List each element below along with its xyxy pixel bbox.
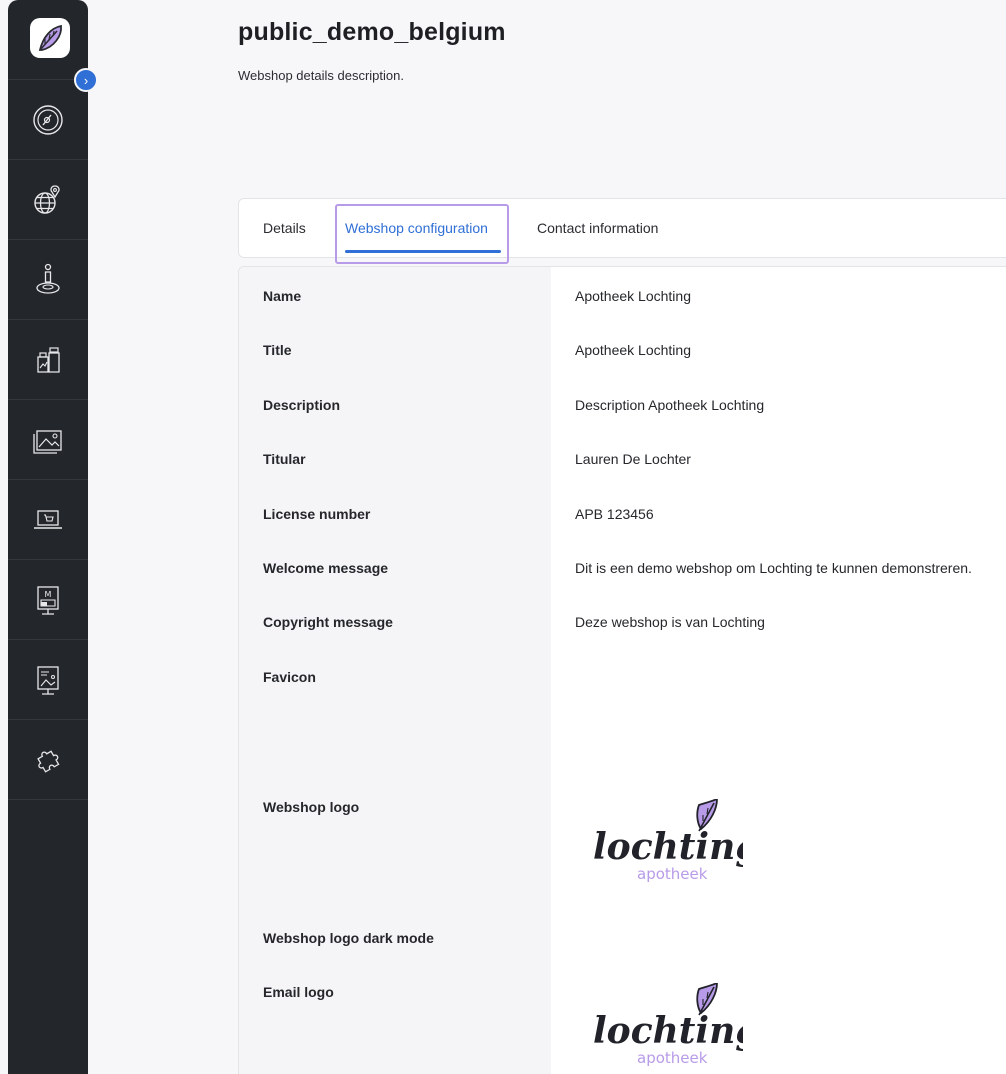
tab-webshop-configuration-label: Webshop configuration (345, 220, 488, 236)
sidebar-item-webshop[interactable] (8, 480, 88, 560)
sidebar-item-media-display[interactable]: M (8, 560, 88, 640)
sidebar-item-dashboard[interactable] (8, 80, 88, 160)
email-logo-subtext: apotheek (637, 1049, 708, 1067)
row-label-favicon: Favicon (263, 669, 316, 685)
dashboard-gauge-icon (33, 104, 63, 135)
app-logo[interactable] (30, 18, 70, 58)
tab-contact-information[interactable]: Contact information (537, 199, 658, 257)
webshop-laptop-icon (34, 509, 62, 529)
svg-text:M: M (45, 590, 52, 599)
row-label-name: Name (263, 288, 302, 304)
email-logo-image: lochting apotheek (593, 983, 743, 1067)
row-label-license-number: License number (263, 506, 371, 522)
row-label-copyright-message: Copyright message (263, 614, 393, 630)
sidebar-item-displays[interactable] (8, 640, 88, 720)
webshop-logo-image: lochting apotheek (593, 799, 743, 883)
row-label-webshop-logo: Webshop logo (263, 799, 360, 815)
active-tab-indicator (345, 250, 501, 253)
sidebar-item-plugins[interactable] (8, 720, 88, 800)
globe-location-icon (34, 184, 60, 214)
row-value-copyright-message: Deze webshop is van Lochting (575, 614, 765, 630)
products-icon (37, 346, 60, 373)
sidebar-item-products[interactable] (8, 320, 88, 400)
row-label-webshop-logo-dark-mode: Webshop logo dark mode (263, 930, 434, 946)
sidebar-item-customers[interactable] (8, 240, 88, 320)
tab-details[interactable]: Details (263, 199, 306, 257)
chevron-right-icon: › (83, 72, 89, 88)
webshop-configuration-panel: Name Apotheek Lochting Title Apotheek Lo… (238, 266, 1006, 1074)
sidebar-brand (8, 0, 88, 80)
image-gallery-icon (33, 429, 62, 454)
sidebar-item-media[interactable] (8, 400, 88, 480)
monitor-m-icon: M (37, 585, 59, 615)
expand-sidebar-button[interactable]: › (74, 68, 98, 92)
webshop-logo-subtext: apotheek (637, 865, 708, 883)
page-title: public_demo_belgium (238, 18, 506, 46)
row-value-name: Apotheek Lochting (575, 288, 691, 304)
leaf-logo-icon (38, 24, 62, 51)
display-screen-icon (37, 665, 59, 695)
page-description: Webshop details description. (238, 68, 404, 83)
webshop-logo-text: lochting (593, 826, 743, 868)
row-label-email-logo: Email logo (263, 984, 334, 1000)
row-label-description: Description (263, 397, 341, 413)
person-pin-icon (36, 263, 60, 294)
sidebar: M (8, 0, 88, 1074)
row-value-license-number: APB 123456 (575, 506, 654, 522)
tab-bar: Details Webshop configuration Contact in… (238, 198, 1006, 264)
row-value-welcome-message: Dit is een demo webshop om Lochting te k… (575, 560, 972, 576)
row-value-title: Apotheek Lochting (575, 342, 691, 358)
tab-webshop-configuration[interactable]: Webshop configuration (345, 199, 501, 257)
row-label-titular: Titular (263, 451, 306, 467)
row-value-titular: Lauren De Lochter (575, 451, 691, 467)
row-value-description: Description Apotheek Lochting (575, 397, 765, 413)
puzzle-plugin-icon (37, 749, 60, 773)
row-label-title: Title (263, 342, 292, 358)
row-label-welcome-message: Welcome message (263, 560, 389, 576)
email-logo-text: lochting (593, 1010, 743, 1052)
sidebar-item-locations[interactable] (8, 160, 88, 240)
